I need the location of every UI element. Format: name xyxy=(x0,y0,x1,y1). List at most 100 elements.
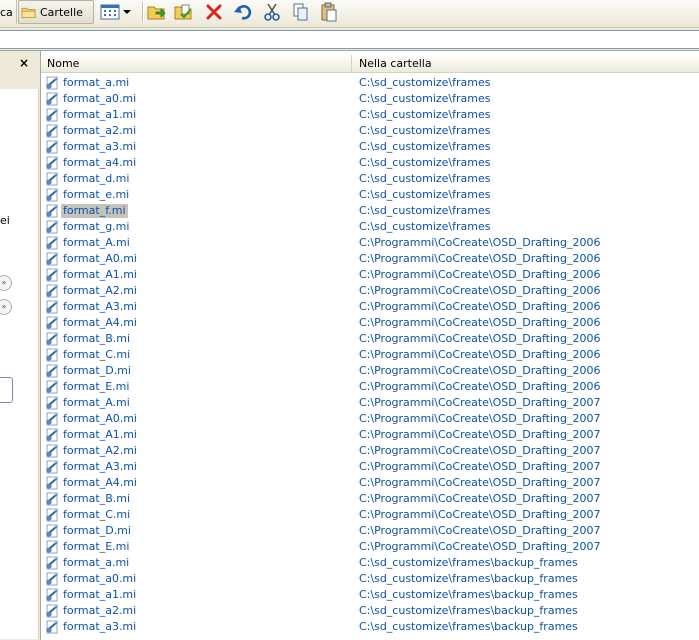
search-pane: × ei » » xyxy=(0,51,41,640)
list-item[interactable]: format_a1.mi C:\sd_customize\frames xyxy=(41,107,699,123)
file-name: format_A.mi xyxy=(63,396,130,409)
list-item[interactable]: format_A2.mi C:\Programmi\CoCreate\OSD_D… xyxy=(41,283,699,299)
list-item[interactable]: format_a4.mi C:\sd_customize\frames xyxy=(41,155,699,171)
search-panel: ei » » xyxy=(0,89,39,639)
file-name-cell: format_A.mi xyxy=(45,395,132,411)
file-name: format_A3.mi xyxy=(63,460,137,473)
file-name: format_C.mi xyxy=(63,348,131,361)
move-to-icon[interactable] xyxy=(146,1,168,23)
file-name: format_a3.mi xyxy=(63,140,137,153)
folder-path: C:\Programmi\CoCreate\OSD_Drafting_2006 xyxy=(359,236,601,249)
file-name-cell: format_B.mi xyxy=(45,331,132,347)
file-icon xyxy=(46,428,59,442)
delete-icon[interactable] xyxy=(203,1,225,23)
list-item[interactable]: format_A4.mi C:\Programmi\CoCreate\OSD_D… xyxy=(41,315,699,331)
file-name: format_a3.mi xyxy=(63,620,137,633)
file-name-cell: format_a.mi xyxy=(45,75,131,91)
chevron-down-icon xyxy=(123,10,131,14)
file-icon xyxy=(46,108,59,122)
folder-path: C:\sd_customize\frames xyxy=(359,220,491,233)
list-item[interactable]: format_a.mi C:\sd_customize\frames xyxy=(41,75,699,91)
cut-icon[interactable] xyxy=(261,1,283,23)
folder-path: C:\sd_customize\frames\backup_frames xyxy=(359,604,578,617)
list-item[interactable]: format_A4.mi C:\Programmi\CoCreate\OSD_D… xyxy=(41,475,699,491)
toolbar-separator xyxy=(142,2,144,22)
file-icon xyxy=(46,460,59,474)
list-item[interactable]: format_a1.mi C:\sd_customize\frames\back… xyxy=(41,587,699,603)
toolbar: ca Cartelle xyxy=(0,0,699,28)
folder-path: C:\sd_customize\frames xyxy=(359,156,491,169)
list-item[interactable]: format_A.mi C:\Programmi\CoCreate\OSD_Dr… xyxy=(41,395,699,411)
folder-path: C:\Programmi\CoCreate\OSD_Drafting_2007 xyxy=(359,444,601,457)
folders-button[interactable]: Cartelle xyxy=(18,0,94,24)
folder-path: C:\sd_customize\frames\backup_frames xyxy=(359,572,578,585)
list-item[interactable]: format_D.mi C:\Programmi\CoCreate\OSD_Dr… xyxy=(41,363,699,379)
chevron-expand-icon[interactable]: » xyxy=(0,299,12,315)
paste-icon[interactable] xyxy=(318,1,340,23)
list-item[interactable]: format_A2.mi C:\Programmi\CoCreate\OSD_D… xyxy=(41,443,699,459)
file-icon xyxy=(46,540,59,554)
list-item[interactable]: format_a.mi C:\sd_customize\frames\backu… xyxy=(41,555,699,571)
list-item[interactable]: format_g.mi C:\sd_customize\frames xyxy=(41,219,699,235)
close-icon[interactable]: × xyxy=(19,56,29,70)
copy-to-icon[interactable] xyxy=(173,1,195,23)
list-item[interactable]: format_A0.mi C:\Programmi\CoCreate\OSD_D… xyxy=(41,411,699,427)
views-button[interactable] xyxy=(100,0,136,24)
chevron-expand-icon[interactable]: » xyxy=(0,275,12,291)
file-icon xyxy=(46,316,59,330)
list-item[interactable]: format_B.mi C:\Programmi\CoCreate\OSD_Dr… xyxy=(41,491,699,507)
file-icon xyxy=(46,476,59,490)
file-name: format_D.mi xyxy=(63,524,131,537)
list-item[interactable]: format_a3.mi C:\sd_customize\frames\back… xyxy=(41,619,699,635)
file-icon xyxy=(46,412,59,426)
list-item[interactable]: format_A1.mi C:\Programmi\CoCreate\OSD_D… xyxy=(41,267,699,283)
column-header-name[interactable]: Nome xyxy=(41,55,352,72)
file-name-cell: format_g.mi xyxy=(45,219,131,235)
list-item[interactable]: format_A1.mi C:\Programmi\CoCreate\OSD_D… xyxy=(41,427,699,443)
list-item[interactable]: format_E.mi C:\Programmi\CoCreate\OSD_Dr… xyxy=(41,379,699,395)
file-name-cell: format_E.mi xyxy=(45,539,131,555)
list-item[interactable]: format_B.mi C:\Programmi\CoCreate\OSD_Dr… xyxy=(41,331,699,347)
file-name: format_a2.mi xyxy=(63,124,137,137)
search-pane-button[interactable] xyxy=(0,377,13,403)
folder-path: C:\Programmi\CoCreate\OSD_Drafting_2006 xyxy=(359,316,601,329)
file-name-cell: format_A.mi xyxy=(45,235,132,251)
list-item[interactable]: format_A.mi C:\Programmi\CoCreate\OSD_Dr… xyxy=(41,235,699,251)
list-item[interactable]: format_A0.mi C:\Programmi\CoCreate\OSD_D… xyxy=(41,251,699,267)
list-item[interactable]: format_a2.mi C:\sd_customize\frames\back… xyxy=(41,603,699,619)
file-icon xyxy=(46,284,59,298)
list-item[interactable]: format_a2.mi C:\sd_customize\frames xyxy=(41,123,699,139)
search-panel-text: ei xyxy=(0,214,10,227)
file-name: format_e.mi xyxy=(63,188,130,201)
list-item[interactable]: format_D.mi C:\Programmi\CoCreate\OSD_Dr… xyxy=(41,523,699,539)
list-item[interactable]: format_C.mi C:\Programmi\CoCreate\OSD_Dr… xyxy=(41,507,699,523)
list-item[interactable]: format_C.mi C:\Programmi\CoCreate\OSD_Dr… xyxy=(41,347,699,363)
list-item[interactable]: format_d.mi C:\sd_customize\frames xyxy=(41,171,699,187)
file-name: format_A.mi xyxy=(63,236,130,249)
file-name: format_A1.mi xyxy=(63,428,137,441)
file-icon xyxy=(46,252,59,266)
file-name-cell: format_A0.mi xyxy=(45,411,139,427)
file-name: format_D.mi xyxy=(63,364,131,377)
file-icon xyxy=(46,172,59,186)
folder-path: C:\Programmi\CoCreate\OSD_Drafting_2006 xyxy=(359,364,601,377)
list-item[interactable]: format_a0.mi C:\sd_customize\frames xyxy=(41,91,699,107)
file-name-cell: format_a0.mi xyxy=(45,91,138,107)
list-item[interactable]: format_A3.mi C:\Programmi\CoCreate\OSD_D… xyxy=(41,459,699,475)
list-item[interactable]: format_a0.mi C:\sd_customize\frames\back… xyxy=(41,571,699,587)
list-item[interactable]: format_E.mi C:\Programmi\CoCreate\OSD_Dr… xyxy=(41,539,699,555)
file-name: format_E.mi xyxy=(63,380,130,393)
address-field[interactable] xyxy=(0,30,699,49)
list-item[interactable]: format_f.mi C:\sd_customize\frames xyxy=(41,203,699,219)
list-item[interactable]: format_A3.mi C:\Programmi\CoCreate\OSD_D… xyxy=(41,299,699,315)
file-name-cell: format_a3.mi xyxy=(45,619,138,635)
file-name-cell: format_E.mi xyxy=(45,379,131,395)
list-item[interactable]: format_e.mi C:\sd_customize\frames xyxy=(41,187,699,203)
copy-icon[interactable] xyxy=(290,1,312,23)
undo-icon[interactable] xyxy=(232,1,254,23)
list-item[interactable]: format_a3.mi C:\sd_customize\frames xyxy=(41,139,699,155)
file-icon xyxy=(46,588,59,602)
file-icon xyxy=(46,332,59,346)
search-button[interactable]: ca xyxy=(0,0,17,24)
column-header-folder[interactable]: Nella cartella xyxy=(353,55,699,72)
